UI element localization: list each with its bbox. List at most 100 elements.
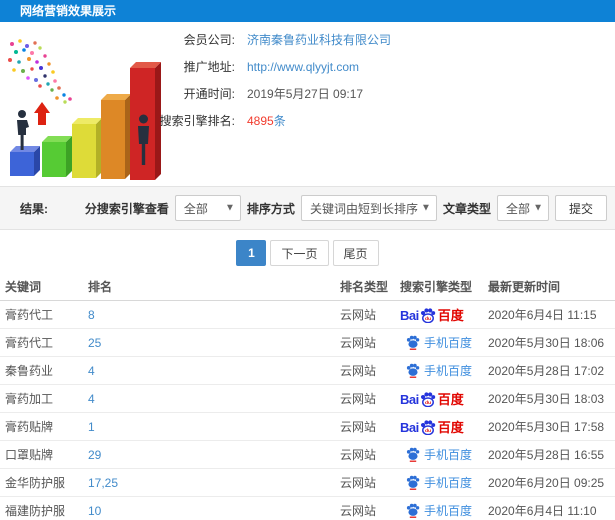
keyword-cell: 膏药加工 <box>5 392 54 406</box>
mobile-baidu-label: 手机百度 <box>424 448 473 462</box>
table-row: 膏药代工 25 云网站 手机百度 2020年5月30日 18:06 <box>0 329 615 357</box>
header-updated: 最新更新时间 <box>488 279 561 294</box>
header-engine-type: 搜索引擎类型 <box>400 279 473 294</box>
rank-cell: 25 <box>88 336 340 350</box>
opened-time-label: 开通时间: <box>183 87 235 101</box>
promo-url-link[interactable]: http://www.qlyyjt.com <box>247 58 359 76</box>
rank-link[interactable]: 10 <box>88 504 101 518</box>
submit-button[interactable]: 提交 <box>554 195 607 221</box>
baidu-pc-logo: Bai du 百度 <box>400 419 464 435</box>
engine-rank-unit-link[interactable]: 条 <box>274 112 286 130</box>
sort-value: 关键词由短到长排序 <box>309 201 418 216</box>
table-row: 秦鲁药业 4 云网站 手机百度 2020年5月28日 17:02 <box>0 357 615 385</box>
rank-type-cell: 云网站 <box>340 308 377 322</box>
rank-link[interactable]: 29 <box>88 448 101 462</box>
rank-link[interactable]: 4 <box>88 364 95 378</box>
svg-text:du: du <box>425 400 431 406</box>
engine-cell: 手机百度 <box>400 474 488 491</box>
table-row: 膏药加工 4 云网站 Bai du 百度 2020年5月30日 18:03 <box>0 385 615 413</box>
updated-cell: 2020年5月30日 18:03 <box>488 392 605 406</box>
opened-time-value: 2019年5月27日 09:17 <box>247 87 364 101</box>
last-page-button[interactable]: 尾页 <box>332 240 379 266</box>
result-label: 结果: <box>20 201 48 216</box>
baidu-paw-icon <box>406 475 420 490</box>
mobile-baidu-label: 手机百度 <box>424 364 473 378</box>
keyword-cell: 膏药代工 <box>5 308 54 322</box>
updated-cell: 2020年5月30日 17:58 <box>488 420 605 434</box>
keyword-cell: 福建防护服 <box>5 504 66 518</box>
rank-type-cell: 云网站 <box>340 476 377 490</box>
header-rank-type: 排名类型 <box>340 279 389 294</box>
member-company-link[interactable]: 济南秦鲁药业科技有限公司 <box>247 31 391 49</box>
baidu-paw-icon <box>406 503 420 518</box>
updated-cell: 2020年6月4日 11:10 <box>488 504 597 518</box>
rank-link[interactable]: 17,25 <box>88 476 118 490</box>
rank-type-cell: 云网站 <box>340 448 377 462</box>
baidu-mobile-logo: 手机百度 <box>400 474 472 491</box>
rank-type-cell: 云网站 <box>340 364 377 378</box>
bar-green <box>42 136 72 177</box>
table-body: 膏药代工 8 云网站 Bai du 百度 2020年6月4日 11:15 膏药代… <box>0 301 615 520</box>
rank-link[interactable]: 4 <box>88 392 95 406</box>
header-keyword: 关键词 <box>5 279 42 294</box>
chevron-down-icon: ▼ <box>225 202 235 214</box>
rank-cell: 8 <box>88 308 340 322</box>
baidu-mobile-logo: 手机百度 <box>400 446 472 463</box>
baidu-mobile-logo: 手机百度 <box>400 502 472 519</box>
page-1-button[interactable]: 1 <box>236 240 267 266</box>
keyword-cell: 口罩贴牌 <box>5 448 54 462</box>
up-arrow <box>34 102 50 125</box>
filter-controls: 分搜索引擎查看 全部 ▼ 排序方式 关键词由短到长排序 ▼ 文章类型 全部 ▼ … <box>85 195 607 221</box>
keyword-cell: 膏药代工 <box>5 336 54 350</box>
table-row: 口罩贴牌 29 云网站 手机百度 2020年5月28日 16:55 <box>0 441 615 469</box>
header-rank: 排名 <box>88 279 113 294</box>
rank-link[interactable]: 1 <box>88 420 95 434</box>
table-header: 关键词 排名 排名类型 搜索引擎类型 最新更新时间 <box>0 272 615 301</box>
table-row: 膏药贴牌 1 云网站 Bai du 百度 2020年5月30日 17:58 <box>0 413 615 441</box>
baidu-pc-logo: Bai du 百度 <box>400 307 464 323</box>
rank-cell: 29 <box>88 448 340 462</box>
rank-cell: 10 <box>88 504 340 518</box>
results-table: 关键词 排名 排名类型 搜索引擎类型 最新更新时间 膏药代工 8 云网站 Bai… <box>0 272 615 520</box>
sort-select[interactable]: 关键词由短到长排序 ▼ <box>300 195 437 221</box>
chevron-down-icon: ▼ <box>421 202 431 214</box>
baidu-paw-icon: du <box>420 391 435 407</box>
engine-filter-value: 全部 <box>183 201 208 216</box>
engine-cell: 手机百度 <box>400 502 488 519</box>
opened-time-field: 开通时间: 2019年5月27日 09:17 <box>70 85 363 103</box>
keyword-cell: 秦鲁药业 <box>5 364 54 378</box>
engine-cell: Bai du 百度 <box>400 419 488 435</box>
table-row: 金华防护服 17,25 云网站 手机百度 2020年6月20日 09:25 <box>0 469 615 497</box>
article-type-value: 全部 <box>505 201 530 216</box>
chevron-down-icon: ▼ <box>533 202 543 214</box>
baidu-paw-icon <box>406 335 420 350</box>
baidu-paw-icon <box>406 363 420 378</box>
svg-text:du: du <box>425 316 431 322</box>
baidu-paw-icon: du <box>420 307 435 323</box>
engine-rank-count: 4895 <box>247 114 274 128</box>
mobile-baidu-label: 手机百度 <box>424 336 473 350</box>
rank-type-cell: 云网站 <box>340 504 377 518</box>
member-company-label: 会员公司: <box>183 33 235 47</box>
article-type-label: 文章类型 <box>442 201 491 216</box>
baidu-mobile-logo: 手机百度 <box>400 334 472 351</box>
engine-filter-select[interactable]: 全部 ▼ <box>174 195 241 221</box>
engine-cell: 手机百度 <box>400 446 488 463</box>
svg-text:du: du <box>425 428 431 434</box>
article-type-select[interactable]: 全部 ▼ <box>496 195 549 221</box>
bar-orange <box>101 94 131 179</box>
rank-cell: 4 <box>88 364 340 378</box>
next-page-button[interactable]: 下一页 <box>270 240 329 266</box>
sort-label: 排序方式 <box>246 201 295 216</box>
rank-link[interactable]: 8 <box>88 308 95 322</box>
businessman-left <box>17 110 29 150</box>
baidu-pc-logo: Bai du 百度 <box>400 391 464 407</box>
pagination: 1 下一页 尾页 <box>0 240 615 266</box>
rank-type-cell: 云网站 <box>340 392 377 406</box>
engine-cell: 手机百度 <box>400 334 488 351</box>
keyword-cell: 金华防护服 <box>5 476 66 490</box>
filter-bar: 结果: 分搜索引擎查看 全部 ▼ 排序方式 关键词由短到长排序 ▼ 文章类型 全… <box>0 186 615 230</box>
bar-blue <box>10 146 40 176</box>
rank-link[interactable]: 25 <box>88 336 101 350</box>
engine-cell: Bai du 百度 <box>400 391 488 407</box>
